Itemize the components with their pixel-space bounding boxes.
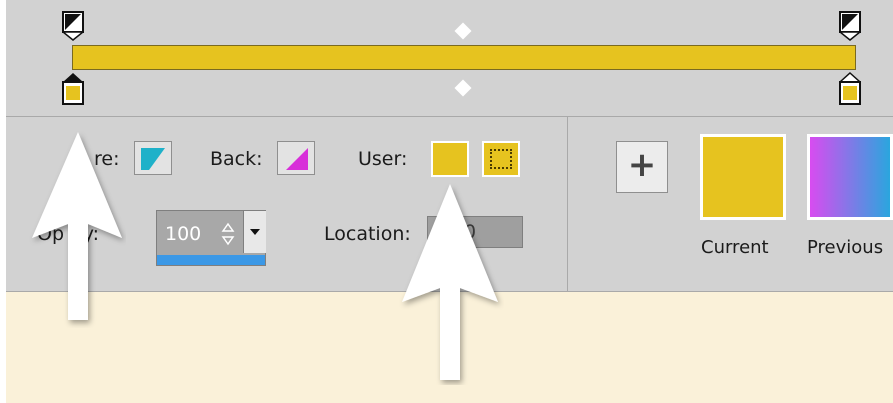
back-label: Back: <box>210 148 263 170</box>
back-triangle-icon <box>286 148 308 170</box>
arrow-up-icon <box>32 132 122 320</box>
color-stop-left[interactable] <box>62 72 84 110</box>
chevron-down-icon <box>250 229 260 235</box>
previous-gradient-swatch[interactable] <box>807 134 893 220</box>
opacity-midpoint-diamond[interactable] <box>454 22 472 40</box>
gradient-preview-bar[interactable] <box>72 45 856 70</box>
previous-label: Previous <box>807 237 884 258</box>
dotted-selection-icon <box>490 149 512 169</box>
add-gradient-button[interactable]: + <box>616 141 668 193</box>
opacity-stepper[interactable]: 100 <box>156 210 266 266</box>
gradient-strip-area <box>6 0 893 117</box>
color-midpoint-diamond[interactable] <box>454 79 472 97</box>
user-label: User: <box>358 148 408 170</box>
spin-arrows-icon[interactable] <box>221 221 235 247</box>
panel-divider <box>567 117 568 291</box>
fore-triangle-icon <box>141 148 165 170</box>
user-color-swatch[interactable] <box>431 141 469 177</box>
color-stop-icon <box>838 71 862 105</box>
back-color-button[interactable] <box>277 141 315 175</box>
arrow-up-icon <box>402 184 498 380</box>
fore-color-button[interactable] <box>134 141 172 175</box>
gradient-editor: re: Back: User: Op ity: 100 <box>6 0 893 403</box>
opacity-dropdown-button[interactable] <box>243 211 266 253</box>
opacity-stop-icon <box>60 11 86 41</box>
current-gradient-swatch[interactable] <box>700 134 786 220</box>
opacity-stop-icon <box>837 11 863 41</box>
opacity-stop-left[interactable] <box>60 11 86 45</box>
opacity-value[interactable]: 100 <box>165 223 201 245</box>
opacity-slider-bar[interactable] <box>157 255 265 265</box>
color-stop-icon <box>62 73 84 105</box>
current-label: Current <box>701 237 769 258</box>
color-stop-right[interactable] <box>838 71 862 110</box>
user-color-picker-button[interactable] <box>482 141 520 177</box>
opacity-stop-right[interactable] <box>837 11 863 45</box>
